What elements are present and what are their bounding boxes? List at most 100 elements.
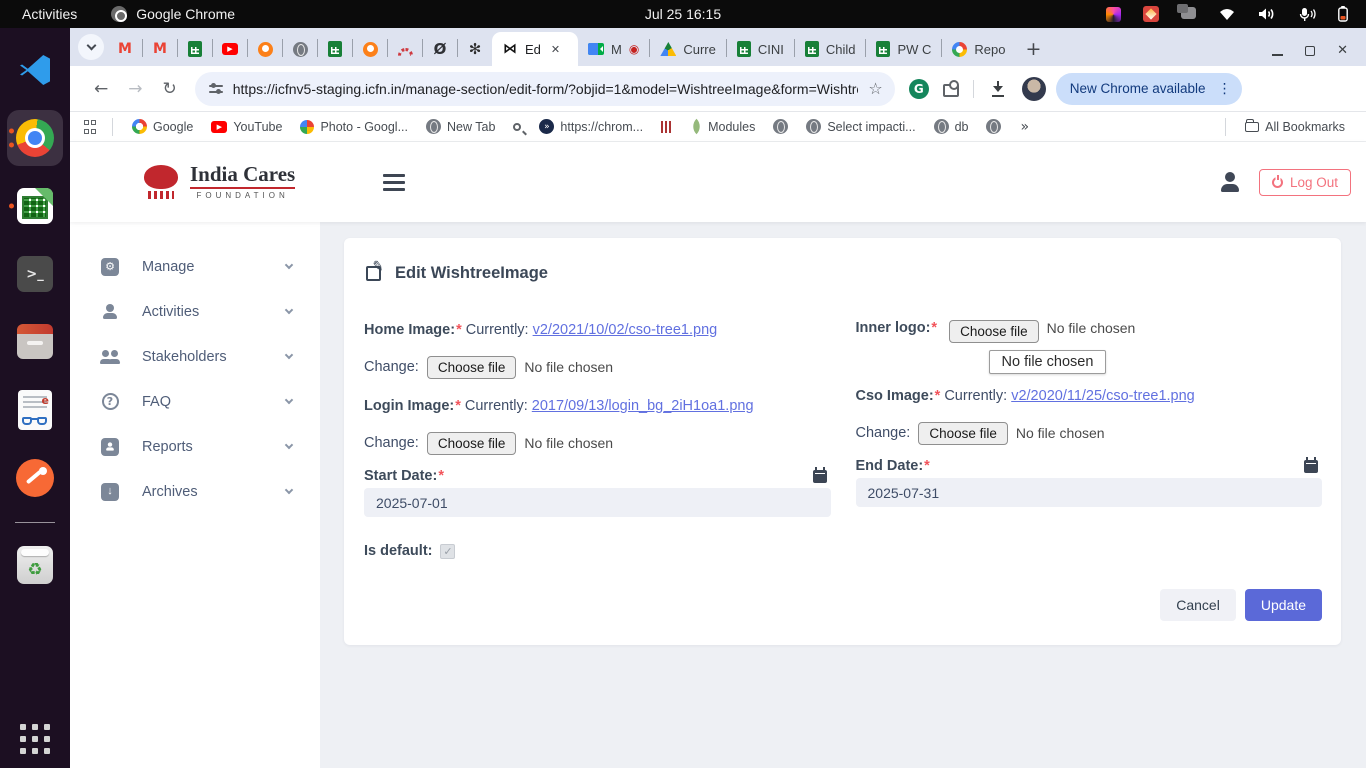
address-bar[interactable]: https://icfnv5-staging.icfn.in/manage-se… [195, 72, 895, 106]
back-button[interactable]: ← [84, 79, 118, 99]
close-tab-icon[interactable]: ✕ [548, 42, 563, 57]
bookmark-red-logo[interactable] [652, 121, 682, 133]
tab-repo[interactable]: Repo [942, 32, 1015, 66]
tab-sheet-child[interactable]: Child [795, 32, 866, 66]
brand-logo[interactable]: India Cares FOUNDATION [140, 164, 295, 200]
cso-image-link[interactable]: v2/2020/11/25/cso-tree1.png [1011, 388, 1195, 404]
sidebar-item-stakeholders[interactable]: Stakeholders [70, 334, 320, 379]
close-window-icon[interactable]: ✕ [1337, 43, 1348, 58]
downloads-icon[interactable] [990, 81, 1006, 97]
is-default-checkbox[interactable]: ✓ [440, 544, 455, 559]
bookmark-chrome-dev[interactable]: »https://chrom... [530, 119, 652, 134]
end-date-input[interactable] [856, 478, 1323, 507]
minimize-window-icon[interactable] [1272, 54, 1283, 56]
bookmark-new-tab[interactable]: New Tab [417, 119, 504, 134]
start-date-input[interactable] [364, 488, 831, 517]
bookmark-search[interactable] [504, 123, 530, 131]
apps-grid-icon[interactable] [82, 119, 98, 135]
clock[interactable]: Jul 25 16:15 [645, 6, 721, 22]
pinned-tab-swiggy-2[interactable] [353, 32, 387, 66]
grammarly-extension-icon[interactable]: G [909, 79, 929, 99]
vscode-icon[interactable] [7, 42, 63, 98]
reload-button[interactable]: ↻ [153, 79, 187, 99]
tab-search-button[interactable] [78, 34, 104, 60]
pinned-tab-swiggy[interactable] [248, 32, 282, 66]
home-image-choose-file-button[interactable]: Choose file [427, 356, 517, 379]
screenshare-icon[interactable] [1143, 6, 1159, 22]
user-profile-icon[interactable] [1219, 172, 1241, 192]
sidebar-item-activities[interactable]: Activities [70, 289, 320, 334]
postman-icon[interactable] [7, 450, 63, 506]
sidebar-item-faq[interactable]: ? FAQ [70, 379, 320, 424]
forward-button[interactable]: → [118, 79, 152, 99]
cso-image-choose-file-button[interactable]: Choose file [918, 422, 1008, 445]
sidebar-item-archives[interactable]: ↓ Archives [70, 469, 320, 514]
show-applications-button[interactable] [20, 724, 50, 754]
tab-meet[interactable]: M ◉ [578, 32, 649, 66]
focused-app-menu[interactable]: Google Chrome [111, 6, 235, 22]
chevron-down-icon [285, 351, 293, 359]
activities-button[interactable]: Activities [22, 6, 77, 22]
bookmark-google[interactable]: Google [123, 119, 202, 134]
battery-icon[interactable] [1338, 6, 1348, 22]
extensions-icon[interactable] [943, 81, 959, 97]
pinned-tab-sheets[interactable] [178, 32, 212, 66]
sidebar-item-manage[interactable]: ⚙ Manage [70, 244, 320, 289]
home-image-link[interactable]: v2/2021/10/02/cso-tree1.png [533, 322, 718, 338]
bookmark-db[interactable]: db [925, 119, 978, 134]
menu-dots-icon[interactable]: ⋮ [1214, 81, 1236, 97]
pinned-tab-openai[interactable]: ✻ [458, 32, 492, 66]
chat-icon[interactable] [1181, 7, 1196, 19]
bookmark-globe-2[interactable] [977, 119, 1010, 134]
restore-window-icon[interactable] [1305, 46, 1315, 56]
cancel-button[interactable]: Cancel [1160, 589, 1236, 621]
calendar-icon[interactable] [813, 470, 827, 483]
pinned-tab-youtube[interactable]: ▶ [213, 32, 247, 66]
bookmark-globe[interactable] [764, 119, 797, 134]
update-button[interactable]: Update [1245, 589, 1322, 621]
bookmark-select-impact[interactable]: Select impacti... [797, 119, 924, 134]
login-image-choose-file-button[interactable]: Choose file [427, 432, 517, 455]
active-tab[interactable]: ⋈ Ed ✕ [492, 32, 578, 66]
chrome-dock-icon[interactable] [7, 110, 63, 166]
libreoffice-calc-icon[interactable] [7, 178, 63, 234]
volume-icon[interactable] [1258, 7, 1277, 21]
site-settings-icon[interactable] [209, 83, 223, 95]
new-tab-button[interactable]: + [1016, 38, 1052, 66]
logout-button[interactable]: Log Out [1259, 169, 1351, 196]
wifi-icon[interactable] [1218, 7, 1236, 21]
profile-avatar[interactable] [1022, 77, 1046, 101]
inner-logo-choose-file-button[interactable]: Choose file [949, 320, 1039, 343]
microphone-icon[interactable] [1299, 7, 1316, 22]
people-icon [100, 349, 120, 364]
pinned-tab-sheets-2[interactable] [318, 32, 352, 66]
bookmark-photos[interactable]: Photo - Googl... [291, 120, 417, 134]
calendar-icon[interactable] [1304, 460, 1318, 473]
sidebar-item-reports[interactable]: Reports [70, 424, 320, 469]
url-text[interactable]: https://icfnv5-staging.icfn.in/manage-se… [233, 81, 859, 97]
sidebar-toggle-button[interactable] [383, 174, 405, 191]
files-icon[interactable] [7, 314, 63, 370]
pinned-tab-gmail-2[interactable]: M [143, 32, 177, 66]
pinned-tab-globe[interactable] [283, 32, 317, 66]
power-icon [1272, 177, 1283, 188]
meet-icon [588, 43, 604, 55]
bookmark-star-icon[interactable]: ☆ [868, 79, 882, 98]
tab-sheet-cini[interactable]: CINI [727, 32, 794, 66]
chrome-update-button[interactable]: New Chrome available ⋮ [1056, 73, 1242, 105]
pinned-tab-gmail[interactable]: M [108, 32, 142, 66]
no-file-chosen-tooltip: No file chosen [989, 350, 1107, 374]
login-image-link[interactable]: 2017/09/13/login_bg_2iH1oa1.png [532, 398, 754, 414]
all-bookmarks-button[interactable]: All Bookmarks [1236, 120, 1354, 134]
bookmark-modules[interactable]: Modules [682, 120, 764, 134]
pinned-tab-null[interactable]: Ø [423, 32, 457, 66]
tab-drive[interactable]: Curre [650, 32, 726, 66]
bookmarks-overflow-button[interactable]: » [1010, 119, 1039, 135]
bookmark-youtube[interactable]: ▶YouTube [202, 120, 291, 134]
color-cube-icon[interactable] [1106, 7, 1121, 22]
pinned-tab-arc[interactable] [388, 32, 422, 66]
tab-sheet-pw[interactable]: PW C [866, 32, 941, 66]
terminal-icon[interactable]: >_ [7, 246, 63, 302]
trash-icon[interactable]: ♻ [7, 537, 63, 593]
document-viewer-icon[interactable]: e [7, 382, 63, 438]
